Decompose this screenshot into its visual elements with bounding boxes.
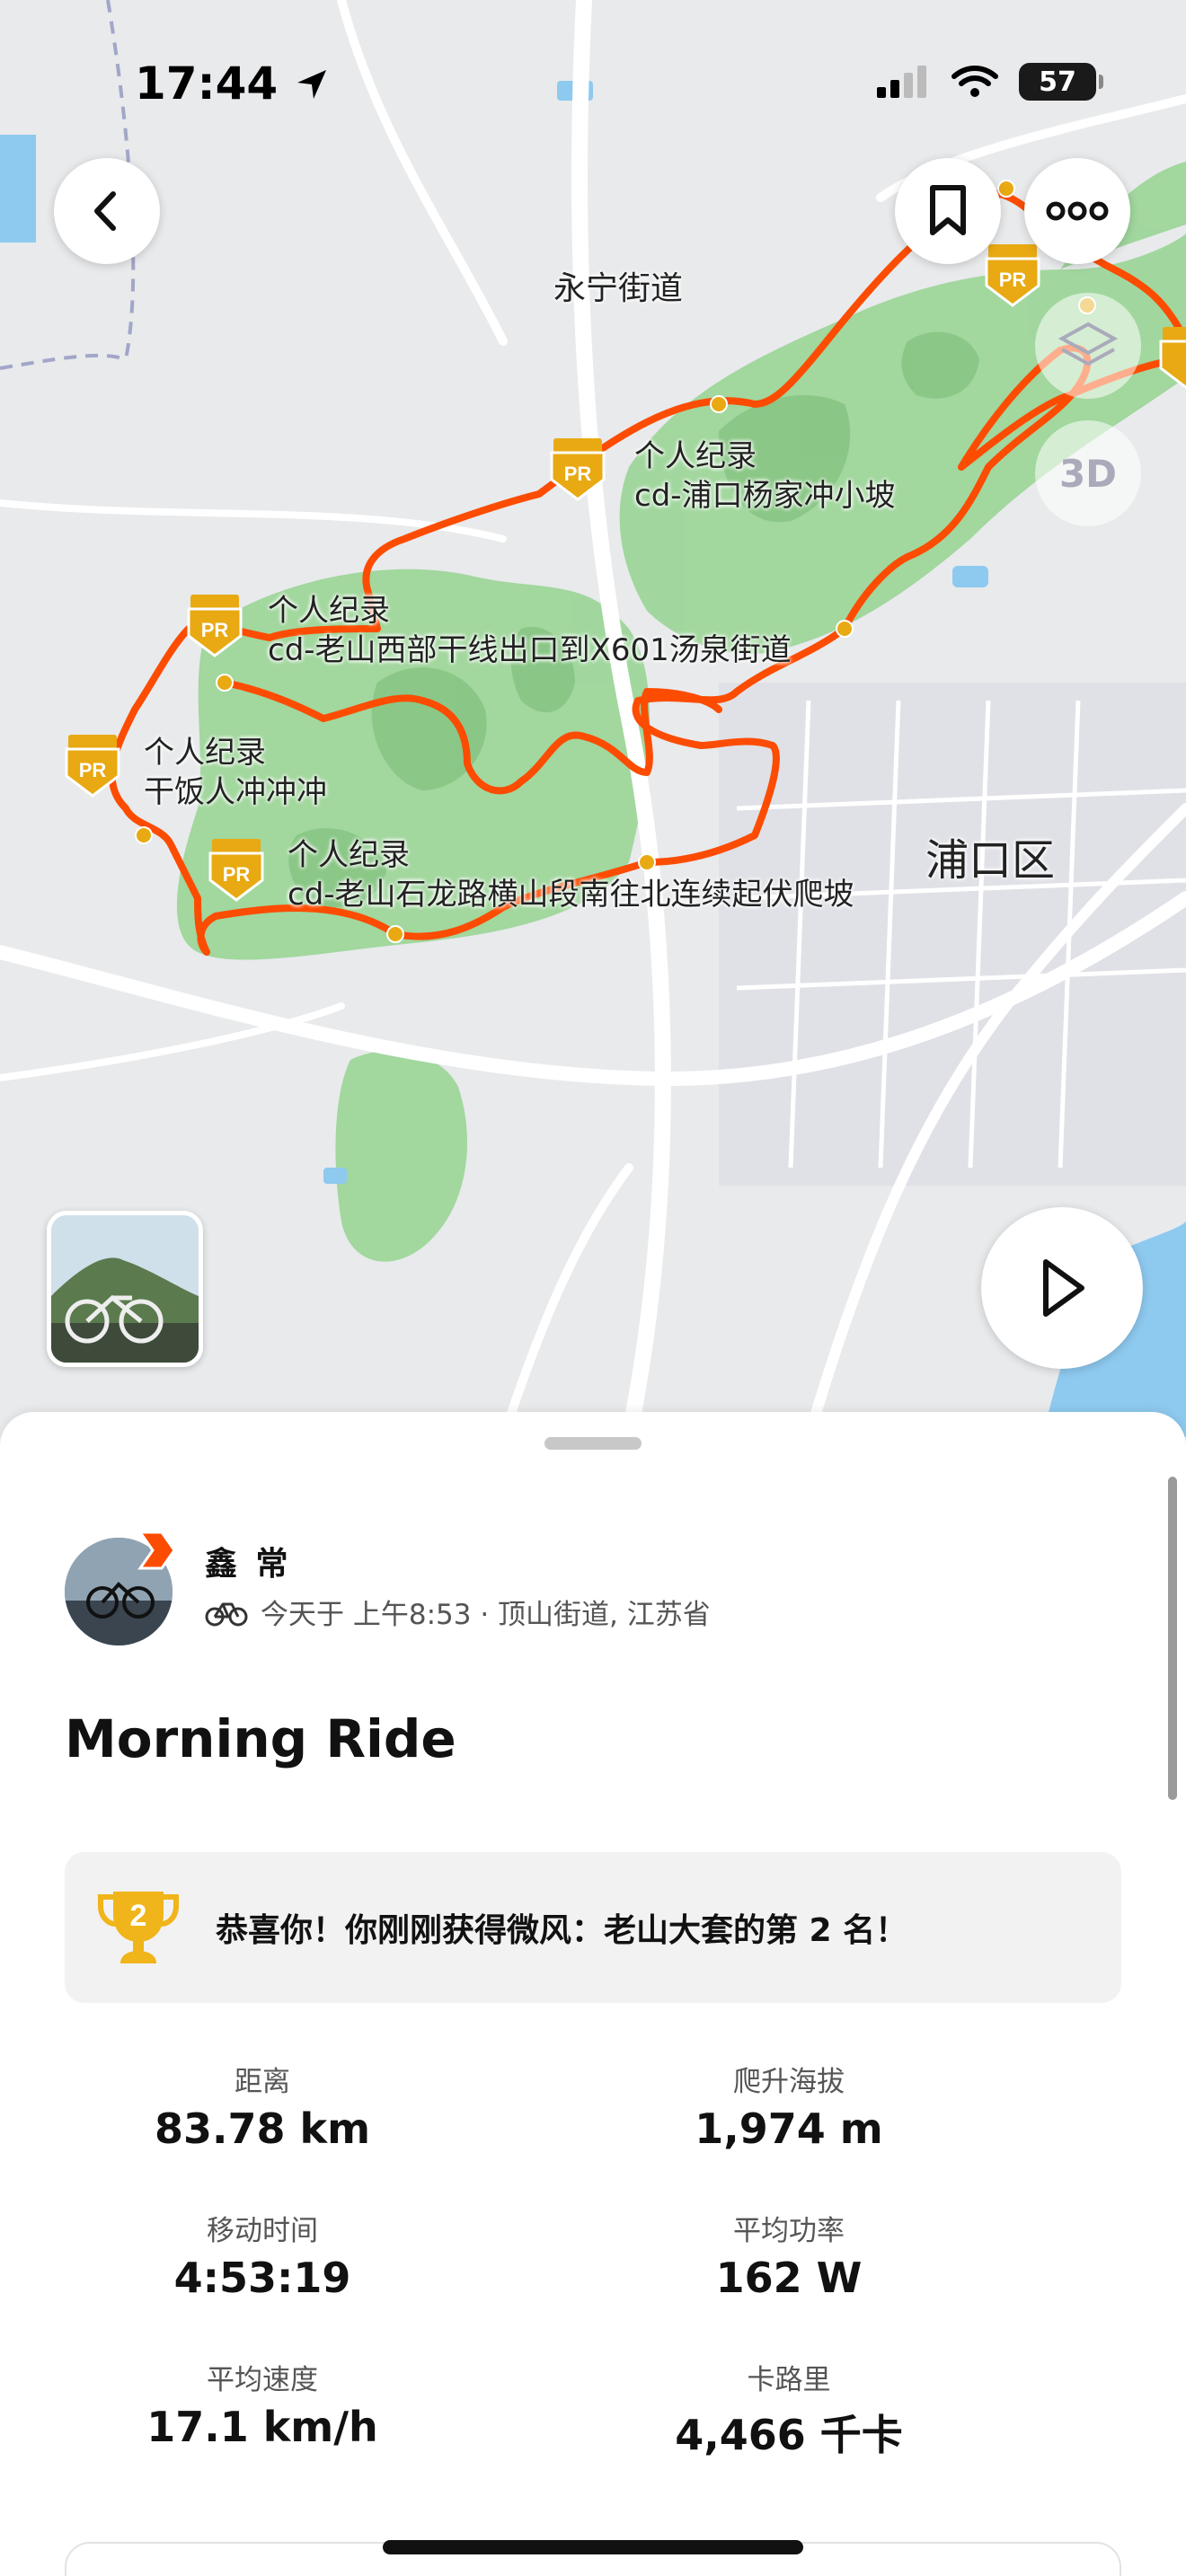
pr-badge-icon[interactable]: PR <box>983 244 1042 307</box>
pr-tag: 个人纪录 <box>144 735 266 771</box>
place-label-pukou: 浦口区 <box>925 835 1056 886</box>
wifi-icon <box>951 66 998 97</box>
stat-label: 爬升海拔 <box>733 2066 845 2098</box>
svg-text:PR: PR <box>201 619 229 641</box>
scrollbar[interactable] <box>1168 1477 1177 1800</box>
place-label-yongning: 永宁街道 <box>553 270 684 307</box>
stat-value: 1,974 m <box>695 2104 883 2153</box>
svg-text:PR: PR <box>564 463 592 485</box>
pr-badge-icon[interactable]: PR <box>207 839 266 902</box>
athlete-name[interactable]: 鑫 常 <box>205 1538 292 1584</box>
subscriber-badge-icon <box>137 1531 176 1570</box>
stat-label: 移动时间 <box>207 2215 318 2247</box>
save-route-button[interactable] <box>895 158 1001 264</box>
trophy-icon: 2 <box>98 1892 179 1963</box>
activity-detail-sheet[interactable]: 鑫 常 今天于 上午8:53 · 顶山街道, 江苏省 Morning Ride … <box>0 1412 1186 2576</box>
chevron-left-icon <box>94 191 116 231</box>
stat-value: 17.1 km/h <box>146 2403 378 2451</box>
stat-elevation-gain: 爬升海拔 1,974 m <box>591 2059 987 2153</box>
pr-segment-name: cd-老山石龙路横山段南往北连续起伏爬坡 <box>288 877 854 913</box>
pr-segment-2-label[interactable]: 个人纪录 cd-老山西部干线出口到X601汤泉街道 <box>268 591 792 670</box>
pr-segment-name: cd-老山西部干线出口到X601汤泉街道 <box>268 632 792 668</box>
stat-label: 平均功率 <box>733 2215 845 2247</box>
pr-badge-icon[interactable]: PR <box>63 735 122 798</box>
play-icon <box>1043 1259 1084 1317</box>
bike-photo <box>51 1215 199 1363</box>
stat-label: 距离 <box>235 2066 290 2098</box>
bookmark-icon <box>930 185 966 235</box>
bike-icon <box>205 1602 248 1626</box>
activity-title: Morning Ride <box>65 1708 456 1769</box>
pr-badge-icon[interactable] <box>1157 327 1186 390</box>
location-arrow-icon <box>296 70 326 99</box>
svg-text:2: 2 <box>130 1899 147 1933</box>
activity-photo-thumbnail[interactable] <box>47 1211 203 1367</box>
achievement-text: 恭喜你！你刚刚获得微风：老山大套的第 2 名！ <box>216 1912 908 1949</box>
stat-value: 4:53:19 <box>173 2254 351 2302</box>
activity-time-location: 今天于 上午8:53 · 顶山街道, 江苏省 <box>261 1599 711 1631</box>
pr-segment-1-label[interactable]: 个人纪录 cd-浦口杨家冲小坡 <box>634 437 896 516</box>
flyover-play-button[interactable] <box>981 1207 1143 1369</box>
status-time: 17:44 <box>135 57 330 110</box>
more-dots-icon <box>1046 201 1109 221</box>
pr-segment-name: 干饭人冲冲冲 <box>144 774 327 810</box>
pr-badge-icon[interactable]: PR <box>185 595 244 657</box>
stat-moving-time: 移动时间 4:53:19 <box>65 2208 460 2302</box>
stat-value: 4,466 千卡 <box>675 2411 903 2459</box>
stat-calories: 卡路里 4,466 千卡 <box>591 2357 987 2462</box>
map-layers-button[interactable] <box>1035 293 1141 399</box>
cellular-signal-icon <box>877 66 926 98</box>
route-map[interactable]: 永宁街道 浦口区 PR 个人纪录 cd-浦口杨家冲小坡 PR 个人纪录 cd-老… <box>0 0 1186 1437</box>
more-options-button[interactable] <box>1024 158 1130 264</box>
stat-value: 83.78 km <box>154 2104 371 2153</box>
stat-value: 162 W <box>715 2254 863 2302</box>
stat-label: 平均速度 <box>207 2364 318 2396</box>
pr-segment-3-label[interactable]: 个人纪录 干饭人冲冲冲 <box>144 733 327 812</box>
pr-badge-icon[interactable]: PR <box>548 438 607 501</box>
status-icons: 57 <box>877 63 1103 101</box>
svg-text:PR: PR <box>79 759 107 781</box>
achievement-banner[interactable]: 2 恭喜你！你刚刚获得微风：老山大套的第 2 名！ <box>65 1852 1121 2003</box>
pr-tag: 个人纪录 <box>634 438 757 474</box>
svg-text:PR: PR <box>999 269 1027 291</box>
sheet-grabber[interactable] <box>544 1437 642 1450</box>
stat-label: 卡路里 <box>747 2364 831 2396</box>
pr-tag: 个人纪录 <box>268 593 390 629</box>
svg-text:PR: PR <box>223 863 251 886</box>
pr-segment-4-label[interactable]: 个人纪录 cd-老山石龙路横山段南往北连续起伏爬坡 <box>288 835 854 914</box>
pr-tag: 个人纪录 <box>288 837 410 873</box>
layers-icon <box>1058 322 1119 366</box>
stat-average-power: 平均功率 162 W <box>591 2208 987 2302</box>
activity-meta: 今天于 上午8:53 · 顶山街道, 江苏省 <box>205 1592 711 1632</box>
3d-view-button[interactable]: 3D <box>1035 420 1141 526</box>
pr-segment-name: cd-浦口杨家冲小坡 <box>634 478 896 514</box>
home-indicator[interactable] <box>383 2540 803 2554</box>
stat-distance: 距离 83.78 km <box>65 2059 460 2153</box>
battery-indicator: 57 <box>1019 63 1103 101</box>
back-button[interactable] <box>54 158 160 264</box>
stat-average-speed: 平均速度 17.1 km/h <box>65 2357 460 2451</box>
